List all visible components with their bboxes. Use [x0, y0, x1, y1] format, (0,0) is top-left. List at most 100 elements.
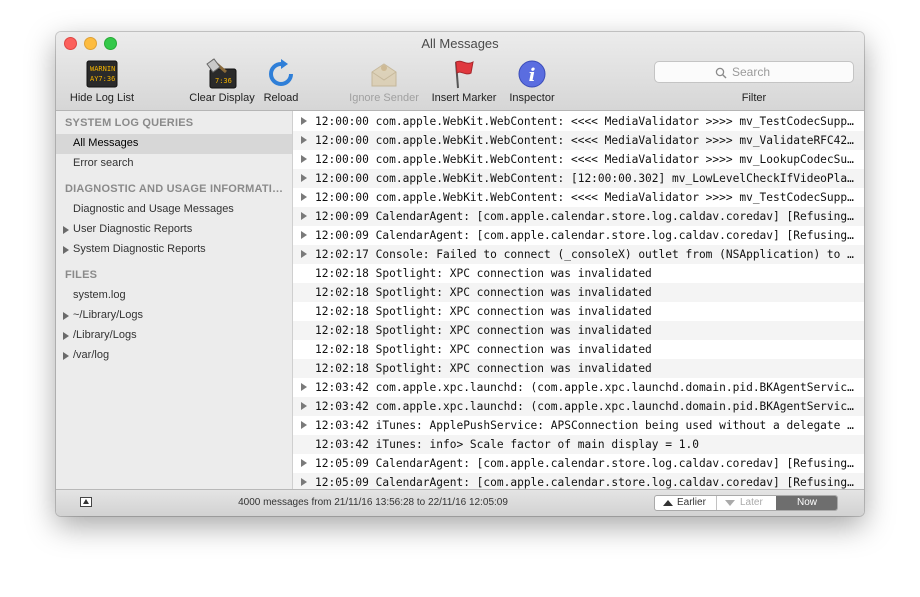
search-field[interactable]: Search [654, 61, 854, 83]
earlier-button[interactable]: Earlier [655, 496, 717, 510]
flag-marker-icon [448, 58, 480, 90]
arrow-up-icon [663, 500, 673, 506]
log-row[interactable]: 12:00:00 com.apple.WebKit.WebContent: <<… [293, 131, 864, 150]
disclosure-triangle-icon[interactable] [301, 155, 307, 163]
sidebar-section-header: DIAGNOSTIC AND USAGE INFORMATI… [56, 180, 292, 200]
disclosure-triangle-icon[interactable] [63, 312, 69, 320]
log-row[interactable]: 12:00:00 com.apple.WebKit.WebContent: <<… [293, 112, 864, 131]
log-row[interactable]: 12:02:18 Spotlight: XPC connection was i… [293, 359, 864, 378]
log-row[interactable]: 12:02:18 Spotlight: XPC connection was i… [293, 340, 864, 359]
log-row[interactable]: 12:03:42 com.apple.xpc.launchd: (com.app… [293, 378, 864, 397]
disclosure-triangle-icon[interactable] [301, 421, 307, 429]
console-window: All Messages WARNIN AY7:36 Hide Log List… [56, 32, 864, 516]
sidebar-section-header: FILES [56, 266, 292, 286]
disclosure-triangle-icon[interactable] [63, 226, 69, 234]
disclosure-triangle-icon[interactable] [301, 136, 307, 144]
sidebar-item[interactable]: All Messages [56, 134, 292, 154]
disclosure-triangle-icon[interactable] [301, 174, 307, 182]
hide-log-list-button[interactable]: WARNIN AY7:36 Hide Log List [64, 56, 140, 108]
log-message-text: 12:02:18 Spotlight: XPC connection was i… [315, 305, 855, 318]
disclosure-triangle-icon[interactable] [301, 212, 307, 220]
log-time: 12:00:00 [315, 172, 369, 185]
log-message-text: 12:02:18 Spotlight: XPC connection was i… [315, 267, 855, 280]
sidebar-item-label: Error search [73, 157, 134, 169]
search-icon [715, 66, 727, 79]
disclosure-triangle-icon[interactable] [301, 193, 307, 201]
log-row[interactable]: 12:02:18 Spotlight: XPC connection was i… [293, 302, 864, 321]
log-row[interactable]: 12:02:18 Spotlight: XPC connection was i… [293, 264, 864, 283]
log-time: 12:00:00 [315, 191, 369, 204]
time-navigation-control: Earlier Later Now [654, 495, 838, 511]
log-message: CalendarAgent: [com.apple.calendar.store… [375, 229, 855, 242]
disclosure-triangle-icon[interactable] [63, 332, 69, 340]
sidebar-item[interactable]: ~/Library/Logs [56, 306, 292, 326]
sidebar-item[interactable]: User Diagnostic Reports [56, 220, 292, 240]
sidebar-item[interactable]: Error search [56, 154, 292, 174]
search-placeholder: Search [732, 65, 771, 79]
log-time: 12:00:00 [315, 115, 369, 128]
log-message: com.apple.WebKit.WebContent: [12:00:00.3… [375, 172, 855, 185]
log-row[interactable]: 12:02:17 Console: Failed to connect (_co… [293, 245, 864, 264]
log-row[interactable]: 12:00:00 com.apple.WebKit.WebContent: <<… [293, 188, 864, 207]
broom-clear-icon: 7:36 [206, 58, 238, 90]
disclosure-triangle-icon[interactable] [301, 117, 307, 125]
log-message-text: 12:03:42 iTunes: info> Scale factor of m… [315, 438, 855, 451]
later-button[interactable]: Later [716, 496, 777, 510]
sidebar-item[interactable]: /var/log [56, 346, 292, 366]
log-row[interactable]: 12:02:18 Spotlight: XPC connection was i… [293, 321, 864, 340]
log-row[interactable]: 12:00:00 com.apple.WebKit.WebContent: <<… [293, 150, 864, 169]
disclosure-triangle-icon[interactable] [63, 352, 69, 360]
disclosure-triangle-icon[interactable] [301, 459, 307, 467]
disclosure-triangle-icon[interactable] [301, 383, 307, 391]
log-row[interactable]: 12:03:42 iTunes: info> Scale factor of m… [293, 435, 864, 454]
log-message: CalendarAgent: [com.apple.calendar.store… [375, 210, 855, 223]
log-message-text: 12:00:00 com.apple.WebKit.WebContent: <<… [315, 153, 855, 166]
log-row[interactable]: 12:03:42 com.apple.xpc.launchd: (com.app… [293, 397, 864, 416]
sidebar-item[interactable]: system.log [56, 286, 292, 306]
disclosure-triangle-icon[interactable] [301, 478, 307, 486]
ignore-sender-button[interactable]: Ignore Sender [346, 56, 422, 108]
log-message: CalendarAgent: [com.apple.calendar.store… [375, 457, 855, 470]
sidebar-item-label: System Diagnostic Reports [73, 243, 206, 255]
svg-text:AY7:36: AY7:36 [90, 75, 115, 83]
log-row[interactable]: 12:00:09 CalendarAgent: [com.apple.calen… [293, 207, 864, 226]
sidebar-item[interactable]: /Library/Logs [56, 326, 292, 346]
disclosure-triangle-icon[interactable] [301, 250, 307, 258]
clear-display-button[interactable]: 7:36 Clear Display [184, 56, 260, 108]
log-message-list[interactable]: 12:00:00 com.apple.WebKit.WebContent: <<… [293, 111, 864, 489]
log-time: 12:02:18 [315, 305, 369, 318]
sidebar-item[interactable]: Diagnostic and Usage Messages [56, 200, 292, 220]
log-time: 12:00:00 [315, 134, 369, 147]
log-message: iTunes: info> Scale factor of main displ… [375, 438, 699, 451]
log-message: com.apple.WebKit.WebContent: <<<< MediaV… [375, 115, 855, 128]
log-time: 12:02:17 [315, 248, 369, 261]
log-message-text: 12:02:17 Console: Failed to connect (_co… [315, 248, 855, 261]
log-row[interactable]: 12:05:09 CalendarAgent: [com.apple.calen… [293, 473, 864, 489]
earlier-label: Earlier [677, 497, 706, 508]
log-list-sidebar: SYSTEM LOG QUERIES All Messages Error sear… [56, 111, 293, 489]
sidebar-item-label: All Messages [73, 137, 139, 149]
log-message: com.apple.WebKit.WebContent: <<<< MediaV… [375, 134, 855, 147]
log-row[interactable]: 12:03:42 iTunes: ApplePushService: APSCo… [293, 416, 864, 435]
log-row[interactable]: 12:00:00 com.apple.WebKit.WebContent: [1… [293, 169, 864, 188]
inspector-button[interactable]: i Inspector [502, 56, 562, 108]
sidebar-item[interactable]: System Diagnostic Reports [56, 240, 292, 260]
disclosure-triangle-icon[interactable] [301, 231, 307, 239]
now-button[interactable]: Now [776, 496, 837, 510]
svg-text:i: i [529, 65, 536, 86]
insert-marker-button[interactable]: Insert Marker [426, 56, 502, 108]
log-message-text: 12:00:00 com.apple.WebKit.WebContent: <<… [315, 191, 855, 204]
filter-label: Filter [741, 92, 767, 104]
svg-text:7:36: 7:36 [215, 77, 232, 85]
log-row[interactable]: 12:02:18 Spotlight: XPC connection was i… [293, 283, 864, 302]
log-time: 12:05:09 [315, 457, 369, 470]
log-row[interactable]: 12:05:09 CalendarAgent: [com.apple.calen… [293, 454, 864, 473]
log-time: 12:05:09 [315, 476, 369, 489]
disclosure-triangle-icon[interactable] [63, 246, 69, 254]
log-row[interactable]: 12:00:09 CalendarAgent: [com.apple.calen… [293, 226, 864, 245]
reload-button[interactable]: Reload [260, 56, 302, 108]
log-time: 12:03:42 [315, 381, 369, 394]
disclosure-triangle-icon[interactable] [301, 402, 307, 410]
now-label: Now [796, 497, 817, 508]
log-time: 12:03:42 [315, 400, 369, 413]
